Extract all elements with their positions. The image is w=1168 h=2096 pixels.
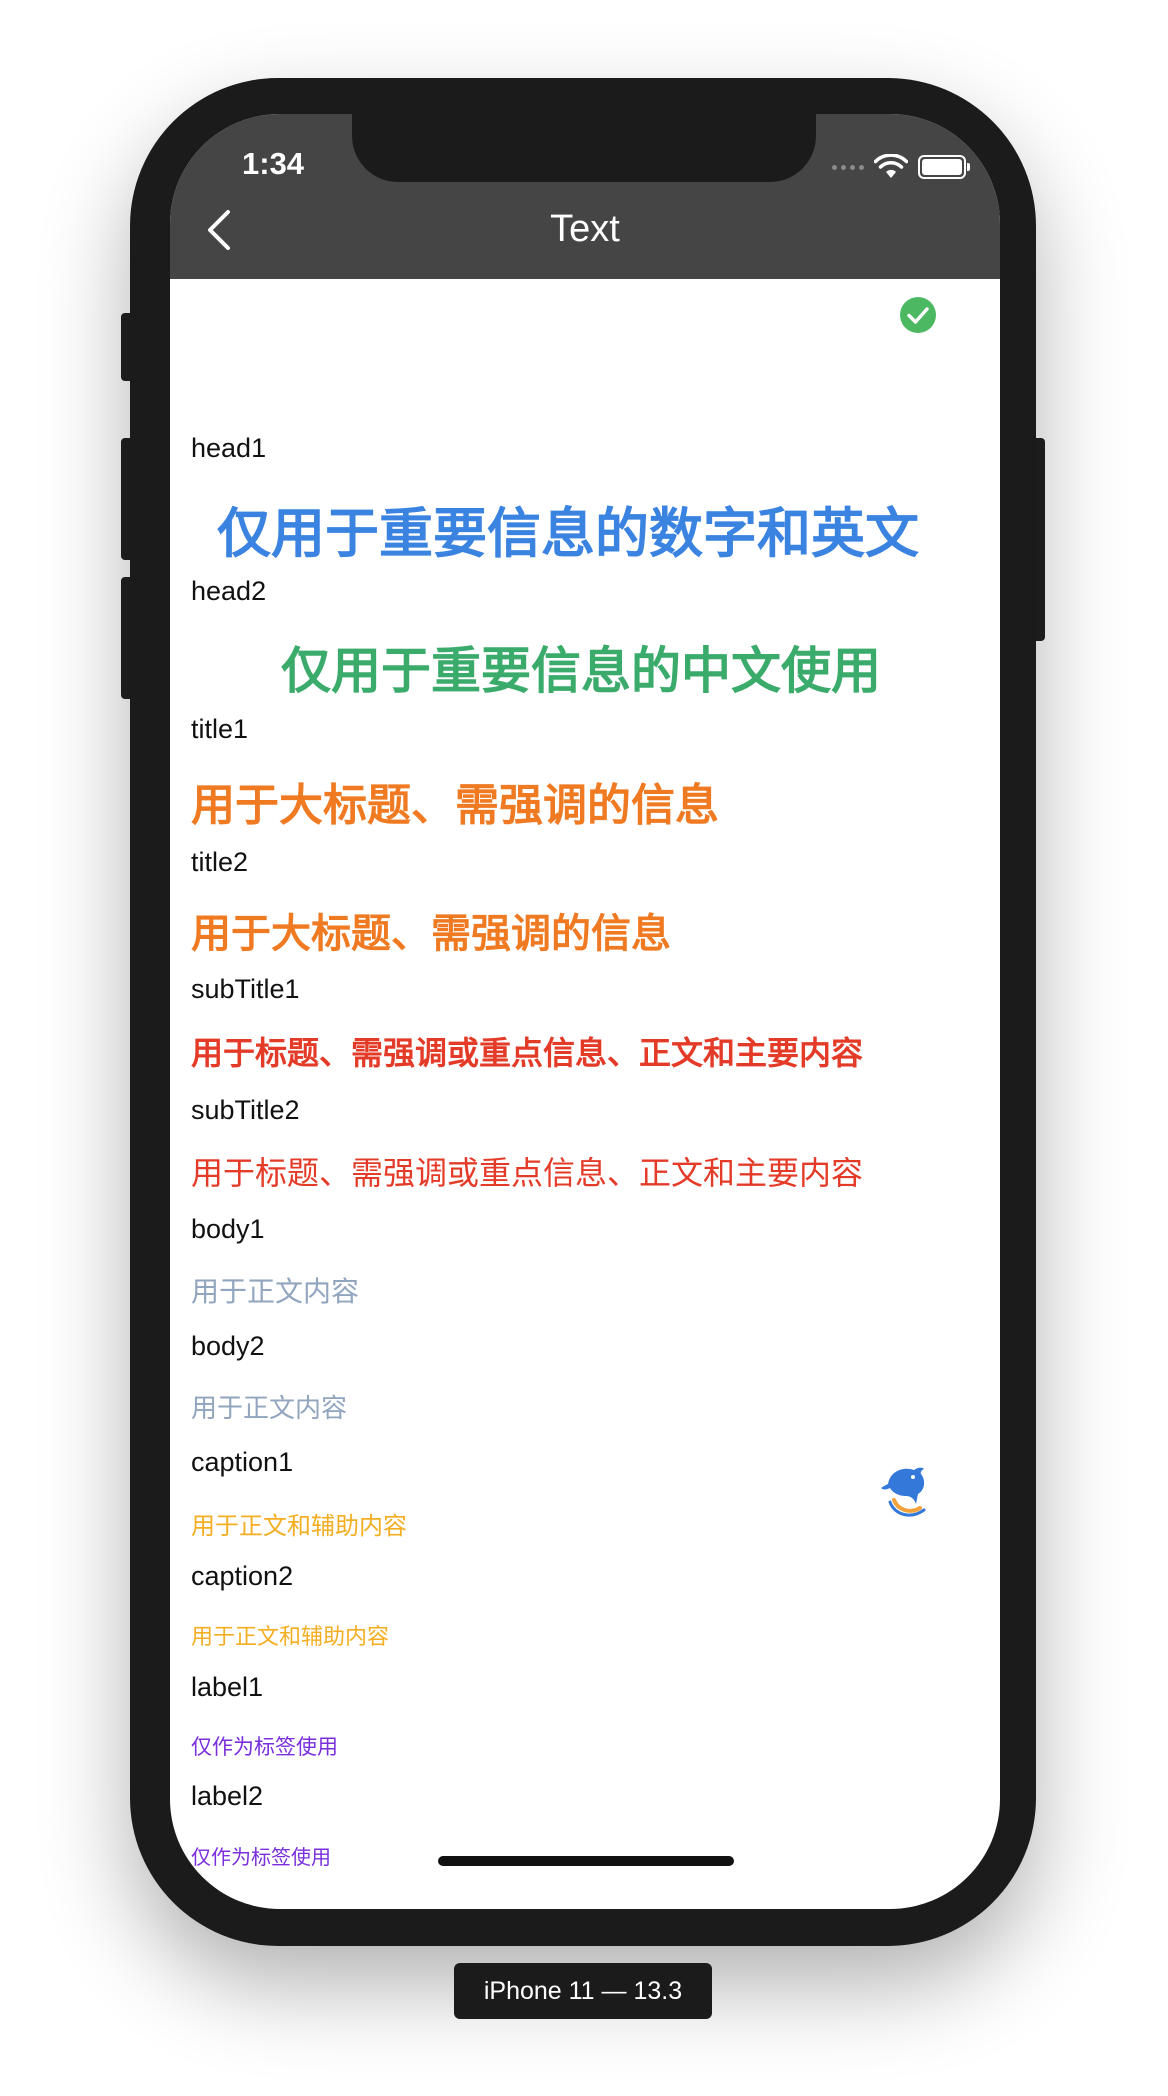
dolphin-logo-icon[interactable]	[880, 1464, 930, 1518]
sample-label2: 仅作为标签使用	[191, 1845, 331, 1869]
style-label-title2: title2	[191, 847, 249, 877]
style-label-subtitle1: subTitle1	[191, 974, 300, 1004]
sample-head1: 仅用于重要信息的数字和英文	[217, 502, 919, 565]
status-icons	[832, 154, 970, 180]
home-indicator[interactable]	[438, 1856, 734, 1866]
battery-icon	[918, 155, 970, 179]
device-label: iPhone 11 — 13.3	[454, 1963, 712, 2019]
style-label-body1: body1	[191, 1214, 265, 1244]
style-label-caption1: caption1	[191, 1447, 294, 1477]
sample-caption2: 用于正文和辅助内容	[191, 1625, 390, 1650]
status-time: 1:34	[242, 146, 305, 181]
sample-label1: 仅作为标签使用	[191, 1735, 338, 1759]
sample-head2: 仅用于重要信息的中文使用	[281, 642, 881, 700]
style-label-head1: head1	[191, 433, 267, 463]
check-circle-icon[interactable]	[900, 297, 936, 333]
nav-title: Text	[550, 208, 620, 250]
notch	[352, 114, 816, 182]
wifi-icon	[874, 154, 908, 178]
sample-subtitle1: 用于标题、需强调或重点信息、正文和主要内容	[191, 1034, 864, 1072]
sample-body2: 用于正文内容	[191, 1394, 348, 1424]
style-label-body2: body2	[191, 1331, 265, 1361]
sample-body1: 用于正文内容	[191, 1275, 360, 1308]
sample-title1: 用于大标题、需强调的信息	[191, 780, 719, 831]
sample-subtitle2: 用于标题、需强调或重点信息、正文和主要内容	[191, 1154, 864, 1192]
style-label-label2: label2	[191, 1781, 264, 1811]
style-label-head2: head2	[191, 576, 267, 606]
style-label-title1: title1	[191, 714, 249, 744]
style-label-subtitle2: subTitle2	[191, 1095, 300, 1125]
sample-caption1: 用于正文和辅助内容	[191, 1512, 407, 1540]
cellular-signal-icon	[832, 164, 864, 170]
status-and-nav-bar: 1:34 Text	[170, 114, 1000, 279]
sample-title2: 用于大标题、需强调的信息	[191, 911, 671, 957]
style-label-label1: label1	[191, 1672, 264, 1702]
style-label-caption2: caption2	[191, 1561, 294, 1591]
screen: 1:34 Text head1 仅用于重要信息的数字和英文 head2 仅用于重…	[170, 114, 1000, 1909]
